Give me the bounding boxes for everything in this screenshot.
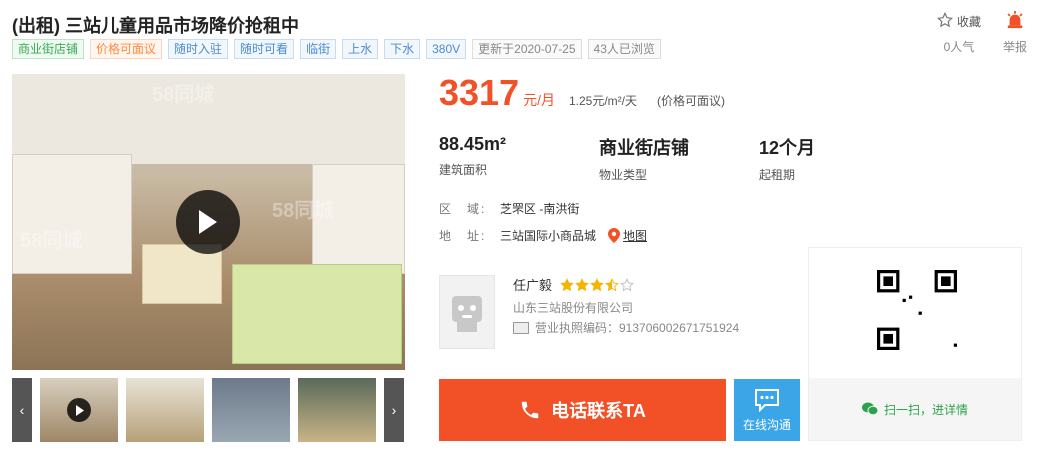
district-key: 区 域: xyxy=(439,202,487,216)
chat-bubble-icon xyxy=(755,388,779,412)
favorite-button[interactable]: 收藏 0人气 xyxy=(936,11,981,55)
main-photo[interactable]: 58同城 58同城 58同城 xyxy=(12,74,405,370)
license-icon xyxy=(513,321,529,334)
agent-name-row: 任广毅 xyxy=(513,275,634,294)
listing-tag: 商业街店铺 xyxy=(12,39,85,59)
listing-tag: 随时可看 xyxy=(234,39,295,59)
thumbnail-strip: ‹ › xyxy=(12,378,405,442)
price-per-area: 1.25元/m²/天 xyxy=(568,94,638,108)
key-facts: 88.45m² 建筑面积 商业街店铺 物业类型 12个月 起租期 xyxy=(439,134,919,183)
license-row: 营业执照编码：913706002671751924 xyxy=(513,319,739,336)
fact-label: 物业类型 xyxy=(599,168,648,182)
star-filled-icon xyxy=(590,277,604,291)
chat-label: 在线沟通 xyxy=(742,417,791,432)
siren-icon xyxy=(1006,10,1024,32)
watermark: 58同城 xyxy=(20,230,83,252)
agent-rating xyxy=(560,277,634,292)
address-line: 地 址: 三站国际小商品城 地图 xyxy=(439,227,647,244)
listing-tag: 380V xyxy=(426,39,467,59)
price-unit: 元/月 xyxy=(523,92,555,108)
tag-list: 商业街店铺 价格可面议 随时入驻 随时可看 临街 上水 下水 380V 更新于2020-07-2… xyxy=(12,39,661,59)
star-filled-icon xyxy=(560,277,574,291)
address-key: 地 址: xyxy=(439,229,487,243)
chat-button[interactable]: 在线沟通 xyxy=(734,379,800,441)
agent-avatar[interactable] xyxy=(439,275,495,349)
top-actions: 收藏 0人气 举报 xyxy=(936,10,1027,55)
chevron-right-icon: › xyxy=(391,402,397,418)
agent-company: 山东三站股份有限公司 xyxy=(513,301,634,315)
star-filled-icon xyxy=(575,277,589,291)
map-label: 地图 xyxy=(623,229,648,243)
play-icon xyxy=(67,398,91,422)
fact-value: 商业街店铺 xyxy=(599,138,689,158)
fact-type: 商业街店铺 物业类型 xyxy=(599,134,759,183)
qr-caption: 扫一扫，进详情 xyxy=(883,402,968,417)
star-empty-icon xyxy=(620,277,634,291)
price-row: 3317 元/月 1.25元/m²/天 (价格可面议) xyxy=(439,72,725,114)
call-button[interactable]: 电话联系TA xyxy=(439,379,726,441)
watermark: 58同城 xyxy=(152,84,215,106)
report-label: 举报 xyxy=(1002,40,1027,54)
call-label: 电话联系TA xyxy=(551,401,646,421)
chevron-left-icon: ‹ xyxy=(19,402,25,418)
thumbnail[interactable] xyxy=(40,378,118,442)
district-line: 区 域: 芝罘区 -南洪街 xyxy=(439,200,579,217)
photo-shelf xyxy=(12,154,132,274)
watermark: 58同城 xyxy=(272,200,335,222)
listing-tag: 临街 xyxy=(300,39,337,59)
location-pin-icon xyxy=(608,228,621,243)
district-value: 芝罘区 -南洪街 xyxy=(500,202,580,216)
star-half-icon xyxy=(605,277,619,291)
listing-tag: 43人已浏览 xyxy=(587,39,661,59)
phone-icon xyxy=(521,401,539,419)
favorite-count: 0人气 xyxy=(943,40,975,54)
listing-tag: 更新于2020-07-25 xyxy=(472,39,582,59)
address-value: 三站国际小商品城 xyxy=(500,229,597,243)
play-icon xyxy=(199,210,217,234)
star-outline-icon xyxy=(936,11,953,31)
photo-boxes xyxy=(232,264,402,364)
price-note: (价格可面议) xyxy=(657,94,726,108)
thumbnail[interactable] xyxy=(298,378,376,442)
map-link[interactable]: 地图 xyxy=(608,227,647,244)
price-amount: 3317 xyxy=(439,72,520,113)
qr-code-icon xyxy=(877,270,957,350)
wechat-icon xyxy=(861,402,878,416)
qr-panel: 扫一扫，进详情 xyxy=(808,247,1022,441)
fact-term: 12个月 起租期 xyxy=(759,134,919,183)
avatar-placeholder-icon xyxy=(452,296,482,332)
report-button[interactable]: 举报 xyxy=(1002,10,1027,55)
next-thumb-button[interactable]: › xyxy=(384,378,404,442)
fact-label: 建筑面积 xyxy=(439,163,488,177)
fact-area: 88.45m² 建筑面积 xyxy=(439,134,599,183)
thumbnail[interactable] xyxy=(212,378,290,442)
agent-name: 任广毅 xyxy=(513,278,553,293)
listing-tag: 下水 xyxy=(384,39,421,59)
prev-thumb-button[interactable]: ‹ xyxy=(12,378,32,442)
license-number: 营业执照编码：913706002671751924 xyxy=(535,321,740,335)
listing-title: (出租) 三站儿童用品市场降价抢租中 xyxy=(12,16,299,36)
listing-tag: 随时入驻 xyxy=(168,39,229,59)
listing-tag: 上水 xyxy=(342,39,379,59)
fact-value: 88.45m² xyxy=(439,134,507,154)
play-video-button[interactable] xyxy=(176,190,240,254)
fact-label: 起租期 xyxy=(759,168,796,182)
favorite-label: 收藏 xyxy=(956,14,981,29)
qr-caption-bar: 扫一扫，进详情 xyxy=(809,378,1021,440)
fact-value: 12个月 xyxy=(759,138,816,158)
thumbnail[interactable] xyxy=(126,378,204,442)
listing-tag: 价格可面议 xyxy=(90,39,163,59)
